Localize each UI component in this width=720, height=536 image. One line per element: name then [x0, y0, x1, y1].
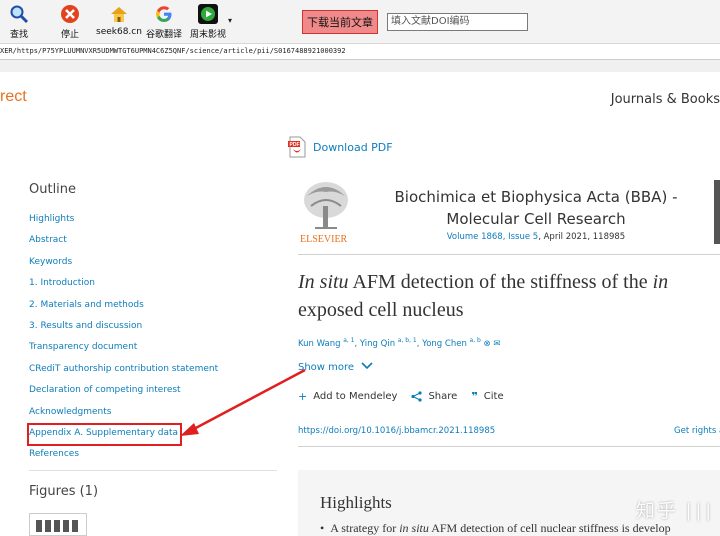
outline-divider [29, 470, 277, 471]
header-divider [298, 254, 720, 255]
browser-toolbar: 查找 停止 seek68.cn 谷歌翻译 周末影视 ▾ 下载当前文章 填入文献D… [0, 0, 720, 44]
sciencedirect-logo[interactable]: rect [0, 88, 27, 106]
title-italic: In situ [298, 271, 349, 293]
stop-button[interactable]: 停止 [59, 3, 81, 40]
outline-heading: Outline [29, 182, 77, 197]
title-rest: AFM detection of the stiffness of the [348, 271, 653, 293]
pdf-icon: PDF [288, 136, 306, 158]
mendeley-label: Add to Mendeley [313, 391, 398, 402]
figures-heading: Figures (1) [29, 484, 99, 499]
chevron-down-icon [361, 362, 373, 370]
weekend-video-label: 周末影视 [190, 30, 227, 40]
outline-item-materials-methods[interactable]: 2. Materials and methods [29, 298, 218, 319]
highlight-item: • A strategy for in situ AFM detection o… [320, 521, 671, 536]
download-current-button[interactable]: 下载当前文章 [302, 10, 378, 34]
google-translate-label: 谷歌翻译 [146, 30, 183, 40]
figure-thumbnail-graphic [36, 520, 80, 532]
quote-icon: ❞ [471, 390, 478, 403]
cite-button[interactable]: ❞ Cite [471, 390, 503, 403]
plus-icon: + [298, 390, 308, 403]
find-label: 查找 [9, 30, 28, 40]
svg-text:ELSEVIER: ELSEVIER [300, 234, 348, 245]
author-name[interactable]: Ying Qin [360, 339, 395, 349]
zhihu-watermark: 知乎 ⎮⎮⎮ [636, 500, 715, 522]
journal-volume: Volume 1868, Issue 5, April 2021, 118985 [358, 232, 714, 242]
email-icon[interactable]: ✉ [493, 339, 500, 349]
home-icon [108, 3, 130, 25]
author-list: Kun Wang a, 1, Ying Qin a, b, 1, Yong Ch… [298, 337, 501, 349]
highlight-text-post: AFM detection of cell nuclear stiffness … [428, 521, 671, 535]
appendix-highlight-box [27, 423, 182, 446]
share-icon [411, 391, 423, 402]
doi-divider [298, 446, 720, 447]
download-pdf-link[interactable]: PDF Download PDF [287, 136, 393, 158]
share-button[interactable]: Share [411, 390, 457, 403]
author-affiliation: a, 1 [343, 337, 355, 344]
author-name[interactable]: Yong Chen [422, 339, 467, 349]
bullet: • [320, 521, 325, 535]
find-button[interactable]: 查找 [8, 3, 30, 40]
cite-label: Cite [483, 391, 504, 402]
outline-item-transparency[interactable]: Transparency document [29, 340, 218, 361]
google-icon [153, 3, 175, 25]
outline-item-competing-interest[interactable]: Declaration of competing interest [29, 383, 218, 404]
stop-label: 停止 [60, 30, 79, 40]
outline-item-credit[interactable]: CRediT authorship contribution statement [29, 362, 218, 383]
get-rights-link[interactable]: Get rights a [674, 426, 720, 436]
header-band [0, 60, 720, 72]
show-more-button[interactable]: Show more [298, 362, 373, 373]
toolbar-dropdown-icon[interactable]: ▾ [228, 16, 232, 25]
show-more-label: Show more [298, 362, 355, 373]
outline-item-references[interactable]: References [29, 447, 218, 468]
outline-item-results-discussion[interactable]: 3. Results and discussion [29, 319, 218, 340]
seek68-label: seek68.cn [96, 27, 142, 37]
outline-item-introduction[interactable]: 1. Introduction [29, 276, 218, 297]
seek68-button[interactable]: seek68.cn [96, 3, 142, 37]
journal-title[interactable]: Biochimica et Biophysica Acta (BBA) - Mo… [358, 186, 714, 230]
outline-item-highlights[interactable]: Highlights [29, 212, 218, 233]
article-actions: + Add to Mendeley Share ❞ Cite [298, 390, 518, 403]
journal-volume-link[interactable]: Volume 1868, Issue 5 [447, 232, 538, 242]
magnifier-icon [8, 3, 30, 25]
highlight-text-italic: in situ [399, 521, 429, 535]
highlights-heading: Highlights [320, 493, 392, 512]
add-to-mendeley-button[interactable]: + Add to Mendeley [298, 390, 397, 403]
author-affiliation: a, b [469, 337, 481, 344]
outline-item-keywords[interactable]: Keywords [29, 255, 218, 276]
outline-item-abstract[interactable]: Abstract [29, 233, 218, 254]
article-title: In situ AFM detection of the stiffness o… [298, 268, 720, 324]
journals-books-link[interactable]: Journals & Books [611, 92, 720, 107]
journal-date: , April 2021, 118985 [538, 232, 626, 242]
svg-text:PDF: PDF [290, 142, 300, 148]
elsevier-logo[interactable]: ELSEVIER [297, 178, 355, 246]
corresponding-icon[interactable]: ⊗ [484, 339, 491, 349]
author-name[interactable]: Kun Wang [298, 339, 340, 349]
figure-thumbnail[interactable] [29, 513, 87, 536]
title-line2: exposed cell nucleus [298, 299, 464, 321]
share-label: Share [428, 391, 458, 402]
doi-link[interactable]: https://doi.org/10.1016/j.bbamcr.2021.11… [298, 426, 495, 436]
play-icon [197, 3, 219, 25]
address-bar[interactable]: XER/https/P75YPLUUMNVXR5UDMWTGT6UPMN4C6Z… [0, 44, 720, 60]
google-translate-button[interactable]: 谷歌翻译 [146, 3, 182, 40]
weekend-video-button[interactable]: 周末影视 [190, 3, 226, 40]
journal-cover-thumbnail[interactable] [714, 180, 720, 244]
title-italic-tail: in [652, 271, 669, 293]
download-pdf-label: Download PDF [313, 140, 393, 154]
author-affiliation: a, b, 1 [397, 337, 417, 344]
doi-input[interactable]: 填入文献DOI编码 [387, 13, 528, 31]
stop-icon [59, 3, 81, 25]
highlight-text-pre: A strategy for [330, 521, 400, 535]
